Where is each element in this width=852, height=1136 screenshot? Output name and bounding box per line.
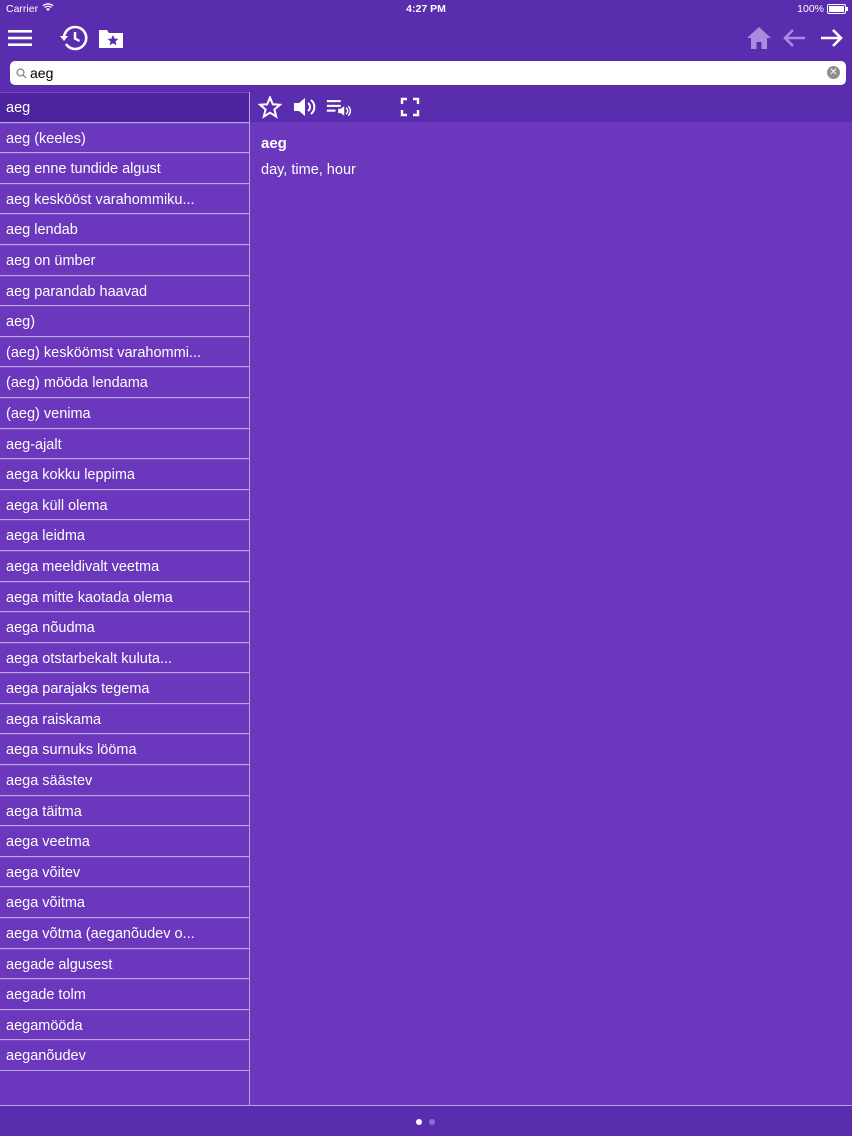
playlist-speaker-icon[interactable] bbox=[326, 95, 352, 119]
list-item[interactable]: aega veetma bbox=[0, 826, 249, 857]
list-item[interactable]: (aeg) mööda lendama bbox=[0, 367, 249, 398]
list-item[interactable]: aega parajaks tegema bbox=[0, 673, 249, 704]
list-item[interactable]: aeg (keeles) bbox=[0, 122, 249, 154]
home-icon[interactable] bbox=[743, 22, 775, 54]
list-item[interactable]: (aeg) venima bbox=[0, 397, 249, 429]
page-indicator bbox=[0, 1105, 852, 1136]
list-item[interactable]: aega võitma bbox=[0, 887, 249, 919]
search-box[interactable]: ✕ bbox=[10, 61, 846, 85]
list-item[interactable]: aega võtma (aeganõudev o... bbox=[0, 918, 249, 949]
status-bar: Carrier 4:27 PM 100% bbox=[0, 0, 852, 18]
list-item[interactable]: aegade algusest bbox=[0, 948, 249, 980]
battery-icon bbox=[827, 4, 848, 14]
list-item[interactable]: aega küll olema bbox=[0, 489, 249, 521]
search-icon bbox=[16, 66, 27, 84]
list-item[interactable]: aeg-ajalt bbox=[0, 428, 249, 460]
list-item[interactable]: aeg lendab bbox=[0, 214, 249, 245]
search-area: ✕ bbox=[0, 58, 852, 92]
list-item[interactable]: aeganõudev bbox=[0, 1040, 249, 1071]
status-time: 4:27 PM bbox=[406, 3, 446, 15]
page-dot-active[interactable] bbox=[416, 1119, 422, 1125]
list-item[interactable]: aeg keskööst varahommiku... bbox=[0, 183, 249, 215]
list-item[interactable]: aega nõudma bbox=[0, 612, 249, 643]
star-icon[interactable] bbox=[257, 95, 283, 119]
list-item[interactable]: aeg) bbox=[0, 306, 249, 337]
list-item[interactable]: aeg parandab haavad bbox=[0, 275, 249, 307]
list-item[interactable]: aega võitev bbox=[0, 856, 249, 888]
back-arrow-icon[interactable] bbox=[779, 22, 811, 54]
list-item[interactable]: aega raiskama bbox=[0, 703, 249, 735]
top-toolbar bbox=[0, 18, 852, 58]
clear-search-icon[interactable]: ✕ bbox=[827, 66, 840, 79]
list-item[interactable]: aega mitte kaotada olema bbox=[0, 581, 249, 613]
list-item[interactable]: aegamööda bbox=[0, 1009, 249, 1041]
list-item[interactable]: aega surnuks lööma bbox=[0, 734, 249, 766]
battery-percent: 100% bbox=[797, 3, 824, 15]
list-item[interactable]: aega meeldivalt veetma bbox=[0, 550, 249, 582]
history-icon[interactable] bbox=[58, 22, 90, 54]
list-item[interactable]: aega täitma bbox=[0, 795, 249, 827]
list-item[interactable]: aega säästev bbox=[0, 765, 249, 796]
list-item[interactable]: aeg enne tundide algust bbox=[0, 153, 249, 184]
list-item[interactable]: aega otstarbekalt kuluta... bbox=[0, 642, 249, 674]
speaker-icon[interactable] bbox=[292, 95, 318, 119]
list-item[interactable]: aegade tolm bbox=[0, 979, 249, 1010]
list-item[interactable]: (aeg) kesköömst varahommi... bbox=[0, 336, 249, 368]
headword: aeg bbox=[261, 135, 287, 152]
favorites-folder-icon[interactable] bbox=[95, 22, 127, 54]
list-item[interactable]: aega leidma bbox=[0, 520, 249, 551]
menu-icon[interactable] bbox=[4, 22, 36, 54]
list-item[interactable]: aeg on ümber bbox=[0, 244, 249, 276]
fullscreen-icon[interactable] bbox=[397, 95, 423, 119]
page-dot-inactive[interactable] bbox=[429, 1119, 435, 1125]
list-item[interactable]: aega kokku leppima bbox=[0, 459, 249, 490]
detail-toolbar bbox=[250, 92, 852, 122]
detail-pane: aeg day, time, hour bbox=[250, 92, 852, 1105]
list-item[interactable]: aeg bbox=[0, 92, 249, 123]
translation: day, time, hour bbox=[261, 162, 356, 178]
word-list[interactable]: aeg aeg (keeles) aeg enne tundide algust ae… bbox=[0, 92, 250, 1105]
search-input[interactable] bbox=[30, 63, 810, 83]
forward-arrow-icon[interactable] bbox=[815, 22, 847, 54]
